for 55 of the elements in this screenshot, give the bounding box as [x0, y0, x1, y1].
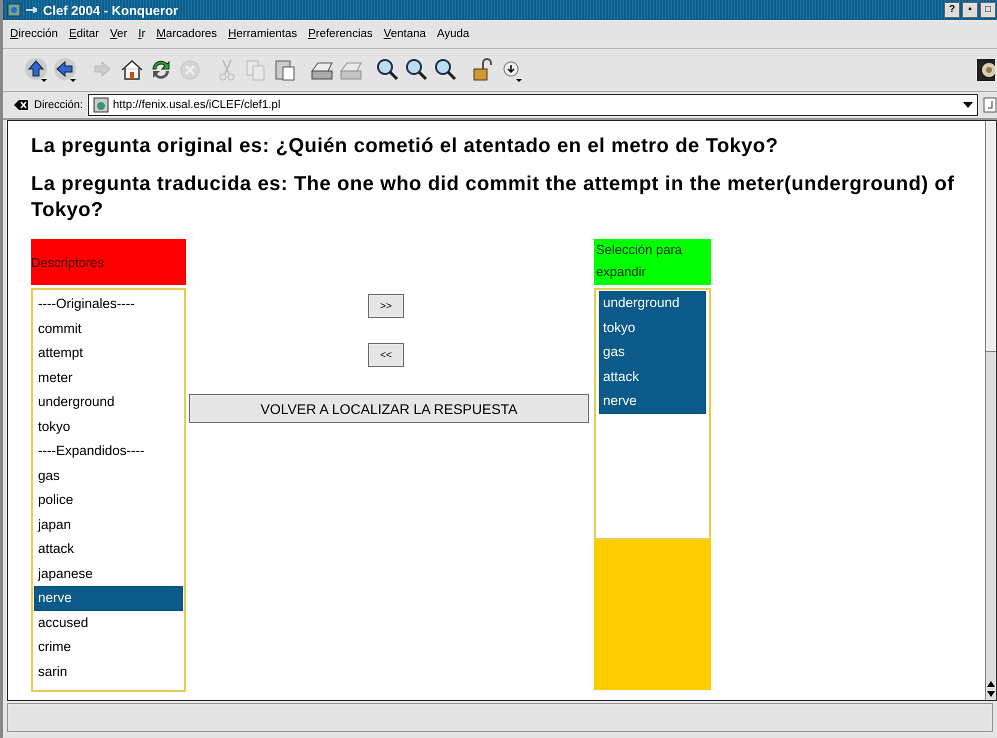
list-option[interactable]: nerve [599, 389, 706, 414]
menu-item[interactable]: Dirección [10, 28, 58, 40]
pin-icon[interactable] [25, 5, 39, 15]
window-button[interactable]: □ [980, 2, 996, 18]
scroll-down-icon[interactable] [987, 690, 995, 698]
window-button[interactable]: ▪ [962, 2, 978, 18]
menu-item[interactable]: Marcadores [156, 28, 218, 40]
list-option[interactable]: attack [599, 364, 706, 389]
original-question: La pregunta original es: ¿Quién cometió el atentado en el metro de Tokyo? [31, 134, 780, 159]
list-option[interactable]: tokyo [599, 316, 706, 340]
page-icon [92, 97, 109, 113]
descriptors-list[interactable]: ----Originales---- commit attempt meter underground tokyo ----Expandidos---- gas police japan attack japanese nerve accused crime sarin [31, 288, 186, 692]
dropdown-icon[interactable] [963, 101, 973, 109]
list-option[interactable]: meter [34, 366, 183, 390]
list-option[interactable]: ----Originales---- [34, 292, 183, 316]
list-option[interactable]: attack [34, 537, 183, 562]
list-option[interactable]: nerve [34, 586, 183, 610]
menu-item[interactable]: Ventana [384, 28, 426, 40]
translated-question: La pregunta traducida es: The one who did commit the attempt in the meter(underground) of Tokyo? [31, 172, 956, 223]
scrollbar[interactable] [985, 121, 996, 700]
list-option[interactable]: gas [34, 464, 183, 488]
list-option[interactable]: underground [34, 390, 183, 414]
list-option[interactable]: attempt [34, 341, 183, 366]
menu-item[interactable]: Preferencias [308, 28, 373, 40]
selection-list[interactable]: underground tokyo gas attack nerve [594, 288, 711, 540]
menu-item[interactable]: Ver [110, 28, 128, 40]
add-button[interactable]: >> [368, 294, 404, 318]
menu-item[interactable]: Ir [138, 28, 146, 40]
go-icon[interactable] [983, 97, 997, 113]
list-option[interactable]: commit [34, 316, 183, 341]
list-option[interactable]: ----Expandidos---- [34, 439, 183, 464]
list-option[interactable]: police [34, 488, 183, 512]
selection-header: Selección para expandir [594, 239, 711, 285]
list-option[interactable]: tokyo [34, 414, 183, 439]
menu-item[interactable]: Ayuda [436, 28, 470, 40]
remove-button[interactable]: << [368, 343, 404, 367]
menu-item[interactable]: Editar [68, 28, 99, 40]
list-option[interactable]: japan [34, 512, 183, 537]
clear-icon[interactable] [13, 99, 29, 111]
list-option[interactable]: japanese [34, 562, 183, 586]
window-title: Clef 2004 - Konqueror [43, 2, 178, 18]
gear-icon[interactable] [977, 59, 995, 81]
window-button[interactable]: ? [944, 2, 960, 18]
address-label: Dirección: [34, 99, 83, 111]
address-field[interactable]: http://fenix.usal.es/iCLEF/clef1.pl [88, 94, 978, 116]
descriptors-header: Descriptores [31, 239, 186, 285]
menu-item[interactable]: Herramientas [228, 28, 298, 40]
list-option[interactable]: accused [34, 610, 183, 635]
list-option[interactable]: gas [599, 340, 706, 364]
list-option[interactable]: crime [34, 635, 183, 660]
relocate-button[interactable]: VOLVER A LOCALIZAR LA RESPUESTA [189, 394, 589, 423]
scroll-up-icon[interactable] [987, 680, 995, 688]
list-option[interactable]: underground [599, 291, 706, 316]
list-option[interactable]: sarin [34, 660, 183, 684]
window-icon [7, 3, 21, 17]
